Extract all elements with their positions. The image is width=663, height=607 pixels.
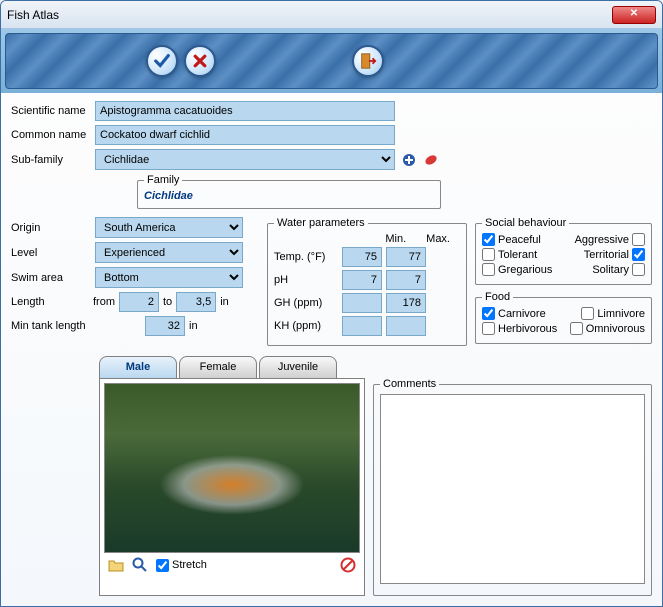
- comments-fieldset: Comments: [373, 378, 652, 596]
- gh-max-input[interactable]: [386, 293, 426, 313]
- check-icon: [153, 52, 171, 70]
- herbivorous-checkbox[interactable]: [482, 322, 495, 335]
- ph-max-input[interactable]: [386, 270, 426, 290]
- to-label: to: [163, 296, 172, 308]
- level-label: Level: [11, 247, 89, 259]
- aggressive-checkbox[interactable]: [632, 233, 645, 246]
- solitary-label[interactable]: Solitary: [592, 263, 645, 276]
- toolbar-container: [1, 29, 662, 93]
- solitary-checkbox[interactable]: [632, 263, 645, 276]
- min-tank-unit: in: [189, 320, 198, 332]
- common-name-input[interactable]: [95, 125, 395, 145]
- carnivore-checkbox[interactable]: [482, 307, 495, 320]
- limnivore-checkbox[interactable]: [581, 307, 594, 320]
- sub-family-select[interactable]: Cichlidae: [95, 149, 395, 170]
- family-fieldset: Family Cichlidae: [137, 174, 441, 209]
- ok-button[interactable]: [146, 45, 178, 77]
- plus-icon: [402, 153, 416, 167]
- no-entry-icon: [340, 557, 356, 573]
- family-legend: Family: [144, 174, 182, 186]
- folder-icon: [108, 558, 124, 572]
- exit-button[interactable]: [352, 45, 384, 77]
- social-legend: Social behaviour: [482, 217, 569, 229]
- comments-legend: Comments: [380, 378, 439, 390]
- stretch-label[interactable]: Stretch: [156, 559, 207, 572]
- image-tabs: Male Female Juvenile: [99, 356, 652, 378]
- min-header: Min.: [385, 233, 406, 245]
- fish-image: [104, 383, 360, 553]
- food-legend: Food: [482, 291, 513, 303]
- swim-area-label: Swim area: [11, 272, 89, 284]
- length-unit: in: [220, 296, 229, 308]
- from-label: from: [93, 296, 115, 308]
- ph-min-input[interactable]: [342, 270, 382, 290]
- image-toolbar: Stretch: [104, 557, 360, 573]
- form-content: Scientific name Common name Sub-family C…: [1, 93, 662, 606]
- water-params-legend: Water parameters: [274, 217, 368, 229]
- gh-min-input[interactable]: [342, 293, 382, 313]
- max-header: Max.: [426, 233, 450, 245]
- length-label: Length: [11, 296, 89, 308]
- gregarious-label[interactable]: Gregarious: [482, 263, 552, 276]
- omnivorous-checkbox[interactable]: [570, 322, 583, 335]
- image-panel: Stretch: [99, 378, 365, 596]
- common-name-label: Common name: [11, 129, 89, 141]
- peaceful-label[interactable]: Peaceful: [482, 233, 541, 246]
- swim-area-select[interactable]: Bottom: [95, 267, 243, 288]
- gregarious-checkbox[interactable]: [482, 263, 495, 276]
- territorial-label[interactable]: Territorial: [584, 248, 645, 261]
- exit-icon: [359, 52, 377, 70]
- pill-icon: [424, 153, 438, 167]
- add-subfamily-button[interactable]: [401, 152, 417, 168]
- clear-image-button[interactable]: [340, 557, 356, 573]
- gh-label: GH (ppm): [274, 297, 338, 309]
- origin-select[interactable]: South America: [95, 217, 243, 238]
- scientific-name-label: Scientific name: [11, 105, 89, 117]
- water-params-fieldset: Water parameters Min. Max. Temp. (°F) pH: [267, 217, 467, 346]
- temp-max-input[interactable]: [386, 247, 426, 267]
- temp-label: Temp. (°F): [274, 251, 338, 263]
- peaceful-checkbox[interactable]: [482, 233, 495, 246]
- territorial-checkbox[interactable]: [632, 248, 645, 261]
- titlebar: Fish Atlas ✕: [1, 1, 662, 29]
- sub-family-label: Sub-family: [11, 154, 89, 166]
- social-fieldset: Social behaviour Peaceful Aggressive Tol…: [475, 217, 652, 285]
- comments-textarea[interactable]: [380, 394, 645, 584]
- length-from-input[interactable]: [119, 292, 159, 312]
- tab-female[interactable]: Female: [179, 356, 257, 378]
- family-value: Cichlidae: [144, 190, 434, 202]
- food-fieldset: Food Carnivore Limnivore Herbivorous Omn…: [475, 291, 652, 344]
- zoom-button[interactable]: [132, 557, 148, 573]
- tab-juvenile[interactable]: Juvenile: [259, 356, 337, 378]
- tolerant-label[interactable]: Tolerant: [482, 248, 537, 261]
- cancel-button[interactable]: [184, 45, 216, 77]
- magnifier-icon: [132, 557, 148, 573]
- carnivore-label[interactable]: Carnivore: [482, 307, 546, 320]
- kh-min-input[interactable]: [342, 316, 382, 336]
- stretch-checkbox[interactable]: [156, 559, 169, 572]
- ph-label: pH: [274, 274, 338, 286]
- close-button[interactable]: ✕: [612, 6, 656, 24]
- fish-atlas-window: Fish Atlas ✕ Scientific name Common n: [0, 0, 663, 607]
- kh-max-input[interactable]: [386, 316, 426, 336]
- limnivore-label[interactable]: Limnivore: [581, 307, 645, 320]
- length-to-input[interactable]: [176, 292, 216, 312]
- window-title: Fish Atlas: [7, 8, 612, 22]
- level-select[interactable]: Experienced: [95, 242, 243, 263]
- herbivorous-label[interactable]: Herbivorous: [482, 322, 557, 335]
- origin-label: Origin: [11, 222, 89, 234]
- tolerant-checkbox[interactable]: [482, 248, 495, 261]
- remove-subfamily-button[interactable]: [423, 152, 439, 168]
- omnivorous-label[interactable]: Omnivorous: [570, 322, 645, 335]
- x-icon: [192, 53, 208, 69]
- temp-min-input[interactable]: [342, 247, 382, 267]
- toolbar: [5, 33, 658, 89]
- aggressive-label[interactable]: Aggressive: [575, 233, 645, 246]
- kh-label: KH (ppm): [274, 320, 338, 332]
- scientific-name-input[interactable]: [95, 101, 395, 121]
- open-image-button[interactable]: [108, 557, 124, 573]
- min-tank-input[interactable]: [145, 316, 185, 336]
- min-tank-label: Min tank length: [11, 320, 141, 332]
- tab-male[interactable]: Male: [99, 356, 177, 378]
